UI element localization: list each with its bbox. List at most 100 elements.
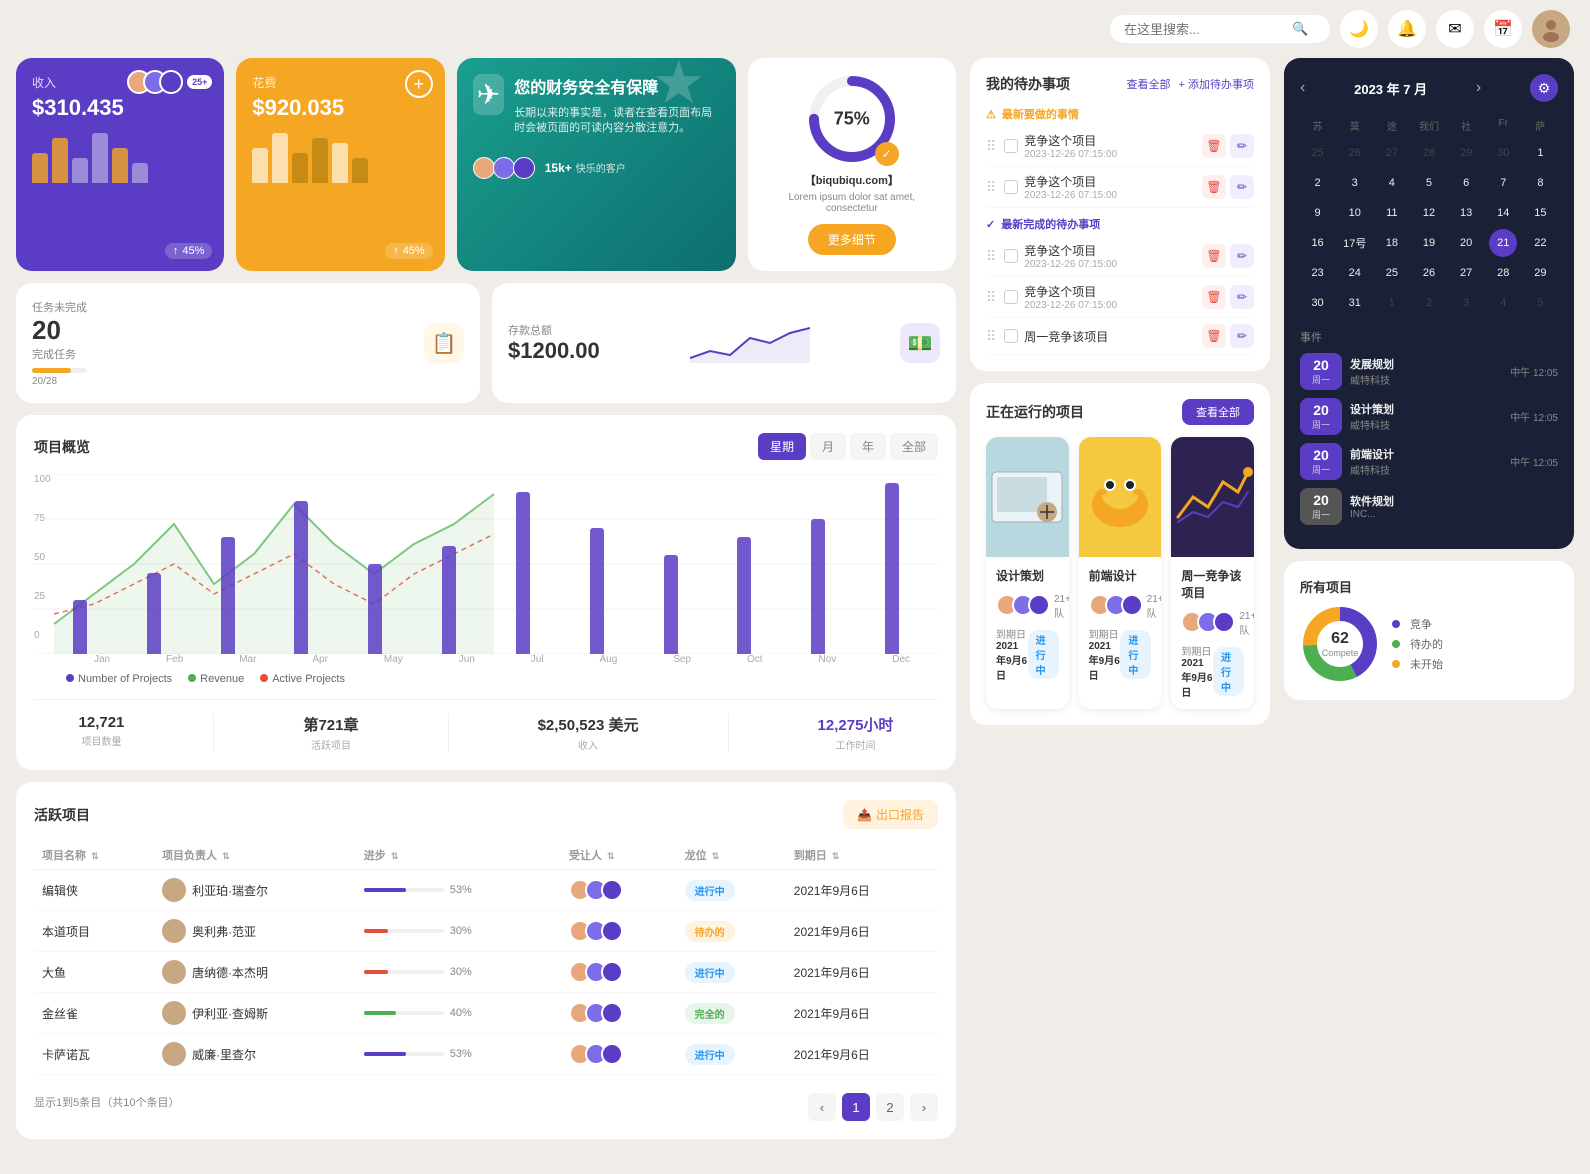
savings-info: 存款总额 $1200.00 — [508, 322, 600, 364]
edit-todo-4-button[interactable]: ✏ — [1230, 285, 1254, 309]
cal-day[interactable]: 22 — [1526, 229, 1554, 257]
cal-day[interactable]: 9 — [1304, 199, 1332, 227]
cal-day[interactable]: 5 — [1526, 289, 1554, 317]
cal-day[interactable]: 14 — [1489, 199, 1517, 227]
cal-day[interactable]: 23 — [1304, 259, 1332, 287]
cal-day[interactable]: 28 — [1489, 259, 1517, 287]
running-card-2-footer: 到期日 2021年9月6日 进行中 — [1089, 626, 1152, 682]
cal-day[interactable]: 5 — [1415, 169, 1443, 197]
add-todo-button[interactable]: + 添加待办事项 — [1179, 76, 1254, 92]
search-input[interactable] — [1124, 22, 1284, 37]
tab-month[interactable]: 月 — [810, 433, 846, 460]
stats-row-2: 任务未完成 20 完成任务 20/28 📋 存款总额 $1200.00 — [16, 283, 956, 403]
cal-day[interactable]: 28 — [1415, 139, 1443, 167]
event-1-time: 中午 12:05 — [1510, 364, 1558, 379]
cal-day[interactable]: 18 — [1378, 229, 1406, 257]
delete-todo-4-button[interactable]: 🗑 — [1202, 285, 1226, 309]
cal-day-today[interactable]: 21 — [1489, 229, 1517, 257]
cal-day[interactable]: 4 — [1489, 289, 1517, 317]
edit-todo-1-button[interactable]: ✏ — [1230, 134, 1254, 158]
cal-day[interactable]: 7 — [1489, 169, 1517, 197]
cal-settings-button[interactable]: ⚙ — [1530, 74, 1558, 102]
cal-day[interactable]: 11 — [1378, 199, 1406, 227]
legend-projects: Number of Projects — [78, 673, 172, 685]
cal-day[interactable]: 12 — [1415, 199, 1443, 227]
delete-todo-3-button[interactable]: 🗑 — [1202, 244, 1226, 268]
search-box[interactable]: 🔍 — [1110, 15, 1330, 43]
todo-checkbox-4[interactable] — [1004, 290, 1018, 304]
todo-item-actions-2: 🗑 ✏ — [1202, 175, 1254, 199]
cal-day[interactable]: 15 — [1526, 199, 1554, 227]
cal-day[interactable]: 27 — [1378, 139, 1406, 167]
revenue-chart — [32, 133, 208, 183]
todo-checkbox-1[interactable] — [1004, 139, 1018, 153]
chart-x-axis: JanFebMarAprMayJun JulAugSepOctNovDec — [66, 654, 938, 665]
cal-day[interactable]: 29 — [1526, 259, 1554, 287]
todo-date-3: 2023-12-26 07:15:00 — [1024, 259, 1196, 270]
events-section: 事件 20 周一 发展规划 威特科技 中午 12:05 20 周一 — [1300, 329, 1558, 525]
cal-day[interactable]: 30 — [1489, 139, 1517, 167]
more-details-button[interactable]: 更多细节 — [808, 224, 896, 255]
cal-day[interactable]: 4 — [1378, 169, 1406, 197]
page-2-button[interactable]: 2 — [876, 1093, 904, 1121]
stat-revenue: $2,50,523 美元 收入 — [538, 714, 639, 752]
cal-day[interactable]: 30 — [1304, 289, 1332, 317]
cal-day[interactable]: 17号 — [1341, 229, 1369, 257]
tab-week[interactable]: 星期 — [758, 433, 806, 460]
cal-day[interactable]: 2 — [1304, 169, 1332, 197]
cal-day[interactable]: 26 — [1415, 259, 1443, 287]
cal-day[interactable]: 13 — [1452, 199, 1480, 227]
edit-todo-3-button[interactable]: ✏ — [1230, 244, 1254, 268]
running-card-1-team: 21+团队 — [996, 590, 1059, 620]
prev-page-button[interactable]: ‹ — [808, 1093, 836, 1121]
page-1-button[interactable]: 1 — [842, 1093, 870, 1121]
cal-day[interactable]: 26 — [1341, 139, 1369, 167]
cal-day[interactable]: 19 — [1415, 229, 1443, 257]
cal-day[interactable]: 25 — [1378, 259, 1406, 287]
cal-day[interactable]: 2 — [1415, 289, 1443, 317]
cal-day[interactable]: 25 — [1304, 139, 1332, 167]
todo-checkbox-3[interactable] — [1004, 249, 1018, 263]
running-projects-title: 正在运行的项目 — [986, 402, 1084, 422]
next-page-button[interactable]: › — [910, 1093, 938, 1121]
bell-icon[interactable]: 🔔 — [1388, 10, 1426, 48]
cal-day[interactable]: 8 — [1526, 169, 1554, 197]
moon-icon[interactable]: 🌙 — [1340, 10, 1378, 48]
cal-prev-button[interactable]: ‹ — [1300, 79, 1305, 97]
cal-day[interactable]: 29 — [1452, 139, 1480, 167]
user-avatar[interactable] — [1532, 10, 1570, 48]
calendar-icon[interactable]: 📅 — [1484, 10, 1522, 48]
running-projects-header: 正在运行的项目 查看全部 — [986, 399, 1254, 425]
tab-year[interactable]: 年 — [850, 433, 886, 460]
add-expense-button[interactable]: + — [405, 70, 433, 98]
tasks-progress-fill — [32, 368, 71, 373]
export-button[interactable]: 📤 出口报告 — [843, 800, 938, 829]
mail-icon[interactable]: ✉ — [1436, 10, 1474, 48]
cal-day[interactable]: 1 — [1378, 289, 1406, 317]
cal-next-button[interactable]: › — [1476, 79, 1481, 97]
event-1-info: 发展规划 威特科技 — [1350, 356, 1502, 387]
cal-day[interactable]: 3 — [1341, 169, 1369, 197]
middle-column: 我的待办事项 查看全部 + 添加待办事项 ⚠ 最新要做的事情 ⠿ 竞争这个项目 … — [970, 58, 1270, 1139]
cal-day[interactable]: 1 — [1526, 139, 1554, 167]
view-all-todo-link[interactable]: 查看全部 — [1127, 76, 1171, 92]
cal-day[interactable]: 3 — [1452, 289, 1480, 317]
cal-day[interactable]: 16 — [1304, 229, 1332, 257]
edit-todo-5-button[interactable]: ✏ — [1230, 324, 1254, 348]
view-all-running-button[interactable]: 查看全部 — [1182, 399, 1254, 425]
cal-day[interactable]: 20 — [1452, 229, 1480, 257]
cal-day[interactable]: 24 — [1341, 259, 1369, 287]
todo-checkbox-5[interactable] — [1004, 329, 1018, 343]
delete-todo-2-button[interactable]: 🗑 — [1202, 175, 1226, 199]
edit-todo-2-button[interactable]: ✏ — [1230, 175, 1254, 199]
running-cards-list: 设计策划 21+团队 到期日 2021 — [986, 437, 1254, 709]
todo-checkbox-2[interactable] — [1004, 180, 1018, 194]
delete-todo-1-button[interactable]: 🗑 — [1202, 134, 1226, 158]
cal-day[interactable]: 6 — [1452, 169, 1480, 197]
tab-all[interactable]: 全部 — [890, 433, 938, 460]
delete-todo-5-button[interactable]: 🗑 — [1202, 324, 1226, 348]
project-assignee-cell — [561, 911, 677, 952]
cal-day[interactable]: 10 — [1341, 199, 1369, 227]
cal-day[interactable]: 27 — [1452, 259, 1480, 287]
cal-day[interactable]: 31 — [1341, 289, 1369, 317]
